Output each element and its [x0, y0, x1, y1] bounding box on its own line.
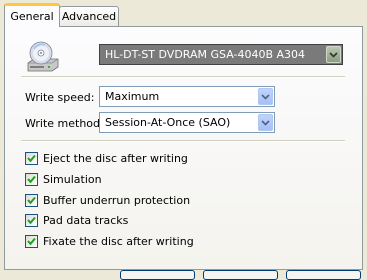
buffer-underrun-protection-checkbox[interactable]: Buffer underrun protection	[25, 194, 190, 207]
write-method-value: Session-At-Once (SAO)	[105, 116, 231, 129]
dialog-button[interactable]	[120, 270, 195, 280]
checkbox-label: Buffer underrun protection	[43, 194, 191, 207]
checkbox-label: Simulation	[43, 173, 102, 186]
checkbox-label: Fixate the disc after writing	[43, 235, 194, 248]
fixate-after-writing-checkbox[interactable]: Fixate the disc after writing	[25, 235, 194, 248]
separator	[21, 140, 345, 142]
separator	[21, 76, 345, 78]
checkbox-checked-icon[interactable]	[25, 173, 38, 186]
pad-data-tracks-checkbox[interactable]: Pad data tracks	[25, 214, 128, 227]
drive-select-value: HL-DT-ST DVDRAM GSA-4040B A304	[103, 46, 324, 63]
checkbox-checked-icon[interactable]	[25, 194, 38, 207]
write-speed-select[interactable]: Maximum	[99, 86, 275, 107]
chevron-down-icon[interactable]	[258, 88, 273, 105]
dialog-button[interactable]	[203, 270, 278, 280]
cd-drive-icon	[27, 41, 59, 72]
tab-general[interactable]: General	[4, 3, 60, 27]
write-speed-value: Maximum	[105, 90, 160, 103]
dialog-button[interactable]	[286, 270, 361, 280]
checkbox-checked-icon[interactable]	[25, 152, 38, 165]
simulation-checkbox[interactable]: Simulation	[25, 173, 102, 186]
checkbox-label: Eject the disc after writing	[43, 152, 188, 165]
chevron-down-icon[interactable]	[326, 46, 341, 63]
write-method-label: Write method:	[25, 117, 104, 130]
checkbox-checked-icon[interactable]	[25, 235, 38, 248]
checkbox-checked-icon[interactable]	[25, 214, 38, 227]
checkbox-label: Pad data tracks	[43, 214, 129, 227]
eject-after-writing-checkbox[interactable]: Eject the disc after writing	[25, 152, 188, 165]
chevron-down-icon[interactable]	[258, 114, 273, 131]
write-speed-label: Write speed:	[25, 91, 95, 104]
tab-advanced-label: Advanced	[61, 10, 117, 23]
drive-select[interactable]: HL-DT-ST DVDRAM GSA-4040B A304	[99, 44, 343, 65]
tab-advanced[interactable]: Advanced	[59, 6, 119, 26]
tab-general-label: General	[10, 10, 54, 23]
general-tab-panel: HL-DT-ST DVDRAM GSA-4040B A304 Write spe…	[4, 26, 363, 270]
write-method-select[interactable]: Session-At-Once (SAO)	[99, 112, 275, 133]
